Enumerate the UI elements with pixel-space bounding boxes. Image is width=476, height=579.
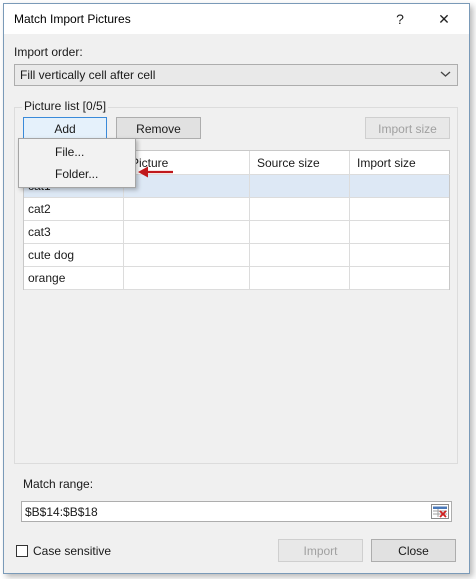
range-select-icon[interactable]	[431, 504, 449, 519]
red-arrow-icon	[138, 166, 173, 178]
cell-import-size[interactable]	[350, 198, 449, 221]
match-range-value: $B$14:$B$18	[25, 505, 98, 519]
menu-item-file[interactable]: File...	[55, 145, 84, 159]
chevron-down-icon	[440, 71, 451, 77]
import-button[interactable]: Import	[278, 539, 363, 562]
cell-source-size[interactable]	[250, 175, 350, 198]
match-import-pictures-dialog: Match Import Pictures ? ✕ Import order: …	[3, 3, 470, 574]
match-range-label: Match range:	[23, 477, 94, 491]
cell-picture[interactable]	[124, 244, 250, 267]
import-order-select[interactable]: Fill vertically cell after cell	[14, 64, 458, 86]
window-title: Match Import Pictures	[14, 12, 131, 26]
cell-source-size[interactable]	[250, 198, 350, 221]
cell-import-size[interactable]	[350, 175, 449, 198]
column-header-import-size[interactable]: Import size	[350, 151, 450, 175]
case-sensitive-checkbox[interactable]	[16, 545, 28, 557]
cell-name[interactable]: cat2	[24, 198, 124, 221]
cell-source-size[interactable]	[250, 267, 350, 290]
cell-import-size[interactable]	[350, 221, 449, 244]
add-dropdown-menu: File... Folder...	[18, 138, 136, 188]
case-sensitive-label: Case sensitive	[33, 544, 112, 558]
cell-source-size[interactable]	[250, 221, 350, 244]
import-order-value: Fill vertically cell after cell	[20, 68, 156, 82]
cell-name[interactable]: orange	[24, 267, 124, 290]
cell-import-size[interactable]	[350, 267, 449, 290]
column-header-source-size[interactable]: Source size	[250, 151, 350, 175]
cell-source-size[interactable]	[250, 244, 350, 267]
cell-picture[interactable]	[124, 198, 250, 221]
cell-picture[interactable]	[124, 175, 250, 198]
cell-name[interactable]: cute dog	[24, 244, 124, 267]
match-range-input[interactable]: $B$14:$B$18	[21, 501, 452, 522]
import-size-button[interactable]: Import size	[365, 117, 450, 139]
title-bar: Match Import Pictures ? ✕	[4, 4, 469, 34]
import-order-label: Import order:	[14, 45, 83, 59]
remove-button[interactable]: Remove	[116, 117, 201, 139]
close-button[interactable]: Close	[371, 539, 456, 562]
cell-import-size[interactable]	[350, 244, 449, 267]
add-button[interactable]: Add	[23, 117, 107, 139]
cell-picture[interactable]	[124, 267, 250, 290]
picture-list-legend: Picture list [0/5]	[22, 99, 109, 113]
cell-picture[interactable]	[124, 221, 250, 244]
help-button[interactable]: ?	[390, 10, 410, 28]
menu-item-folder[interactable]: Folder...	[55, 167, 98, 181]
cell-name[interactable]: cat3	[24, 221, 124, 244]
close-window-button[interactable]: ✕	[434, 10, 454, 28]
